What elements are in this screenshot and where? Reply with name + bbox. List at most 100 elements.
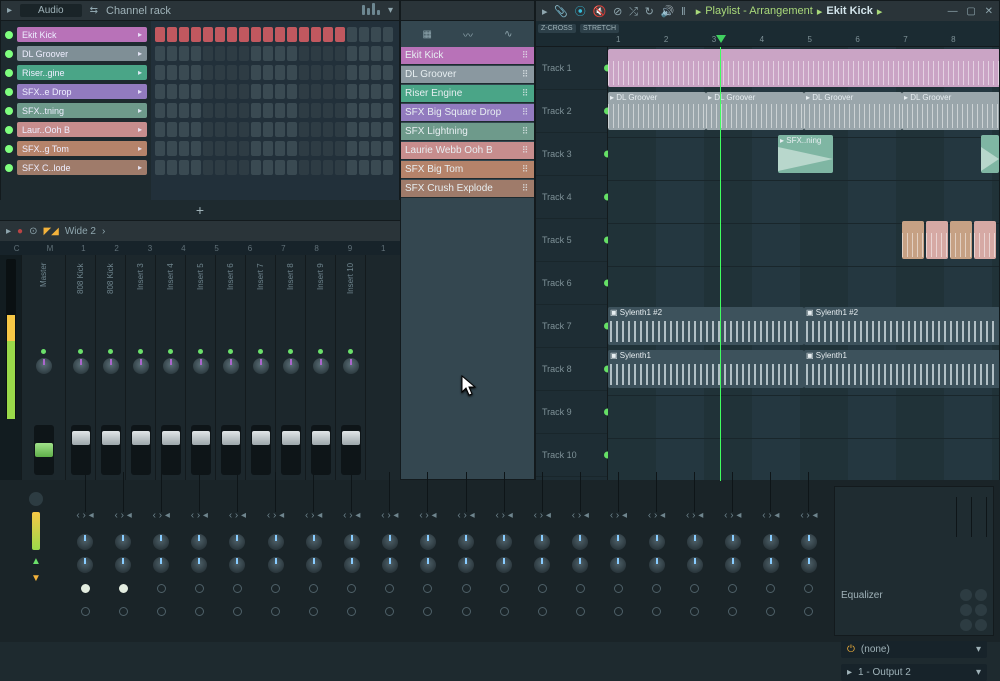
eq-knob[interactable] xyxy=(960,604,972,616)
send-knob[interactable] xyxy=(153,534,169,550)
maximize-icon[interactable]: ▢ xyxy=(966,6,975,17)
pan-knob[interactable] xyxy=(223,358,239,374)
fader-line[interactable] xyxy=(732,472,733,512)
step-cell[interactable] xyxy=(275,122,285,137)
fader-line[interactable] xyxy=(504,472,505,512)
clip[interactable] xyxy=(902,221,924,259)
output-row[interactable]: ▸ 1 - Output 2 ▾ xyxy=(841,664,987,681)
step-cell[interactable] xyxy=(191,103,201,118)
step-cell[interactable] xyxy=(251,122,261,137)
route-switch[interactable] xyxy=(652,607,661,616)
send-knob[interactable] xyxy=(229,557,245,573)
picker-item[interactable]: DL Groover⠿ xyxy=(401,66,534,84)
step-cell[interactable] xyxy=(227,103,237,118)
send-knob[interactable] xyxy=(496,557,512,573)
channel-chip[interactable]: Riser..gine▸ xyxy=(17,65,147,80)
mixer-strip[interactable]: Insert 10 xyxy=(336,255,366,481)
send-knob[interactable] xyxy=(77,557,93,573)
step-cell[interactable] xyxy=(203,46,213,61)
step-cell[interactable] xyxy=(155,27,165,42)
route-switch[interactable] xyxy=(233,584,242,593)
play-icon[interactable]: ▸ xyxy=(542,6,548,18)
mixer-view-label[interactable]: Wide 2 xyxy=(65,226,96,237)
drag-handle-icon[interactable]: ⠿ xyxy=(520,164,530,175)
step-cell[interactable] xyxy=(311,65,321,80)
step-cell[interactable] xyxy=(299,122,309,137)
loop-start-marker[interactable] xyxy=(716,35,726,43)
send-knob[interactable] xyxy=(496,534,512,550)
step-cell[interactable] xyxy=(203,27,213,42)
pause-icon[interactable]: ‖ xyxy=(681,6,686,18)
step-sequencer[interactable] xyxy=(151,21,399,221)
strip-arrows[interactable]: ‹ › ◂ xyxy=(714,510,752,521)
picker-item[interactable]: SFX Crush Explode⠿ xyxy=(401,180,534,198)
send-knob[interactable] xyxy=(649,557,665,573)
step-cell[interactable] xyxy=(335,103,345,118)
step-cell[interactable] xyxy=(215,103,225,118)
step-row[interactable] xyxy=(155,65,395,80)
strip-arrows[interactable]: ‹ › ◂ xyxy=(333,510,371,521)
step-cell[interactable] xyxy=(263,141,273,156)
step-cell[interactable] xyxy=(239,27,249,42)
audio-label[interactable]: Audio xyxy=(20,4,82,17)
clip[interactable] xyxy=(974,221,996,259)
step-cell[interactable] xyxy=(275,141,285,156)
step-cell[interactable] xyxy=(191,27,201,42)
grid-icon[interactable]: ▦ xyxy=(423,29,432,40)
step-cell[interactable] xyxy=(359,141,369,156)
strip-led[interactable] xyxy=(288,349,293,354)
channel-enable-led[interactable] xyxy=(5,164,13,172)
drag-handle-icon[interactable]: ⠿ xyxy=(520,107,530,118)
send-knob[interactable] xyxy=(344,534,360,550)
route-switch[interactable] xyxy=(271,584,280,593)
step-cell[interactable] xyxy=(239,84,249,99)
step-cell[interactable] xyxy=(239,122,249,137)
channel-enable-led[interactable] xyxy=(5,126,13,134)
channel-enable-led[interactable] xyxy=(5,145,13,153)
curve-icon[interactable]: ∿ xyxy=(504,29,512,40)
drag-handle-icon[interactable]: ⠿ xyxy=(520,50,530,61)
volume-fader[interactable] xyxy=(221,425,241,475)
route-switch[interactable] xyxy=(347,607,356,616)
strip-arrows[interactable]: ‹ › ◂ xyxy=(104,510,142,521)
clip[interactable] xyxy=(926,221,948,259)
route-switch[interactable] xyxy=(500,584,509,593)
step-cell[interactable] xyxy=(251,160,261,175)
send-knob[interactable] xyxy=(687,534,703,550)
send-knob[interactable] xyxy=(382,534,398,550)
step-cell[interactable] xyxy=(335,122,345,137)
step-cell[interactable] xyxy=(215,141,225,156)
pan-knob[interactable] xyxy=(36,358,52,374)
route-switch[interactable] xyxy=(309,607,318,616)
pan-knob[interactable] xyxy=(163,358,179,374)
fader-line[interactable] xyxy=(580,472,581,512)
track-name[interactable]: Track 1 xyxy=(536,47,607,90)
send-knob[interactable] xyxy=(344,557,360,573)
pan-knob[interactable] xyxy=(253,358,269,374)
route-switch[interactable] xyxy=(690,607,699,616)
strip-arrows[interactable]: ‹ › ◂ xyxy=(409,510,447,521)
pan-knob[interactable] xyxy=(73,358,89,374)
send-knob[interactable] xyxy=(458,534,474,550)
view-mode-icon[interactable]: ◤◢ xyxy=(43,226,58,237)
volume-fader[interactable] xyxy=(131,425,151,475)
step-cell[interactable] xyxy=(299,27,309,42)
step-cell[interactable] xyxy=(311,141,321,156)
route-switch[interactable] xyxy=(766,607,775,616)
close-icon[interactable]: ✕ xyxy=(985,6,993,17)
fader-line[interactable] xyxy=(770,472,771,512)
step-cell[interactable] xyxy=(323,160,333,175)
step-cell[interactable] xyxy=(155,103,165,118)
step-cell[interactable] xyxy=(179,103,189,118)
send-knob[interactable] xyxy=(610,534,626,550)
mixer-strip[interactable]: 808 Kick xyxy=(66,255,96,481)
send-knob[interactable] xyxy=(115,557,131,573)
stretch-toggle[interactable]: STRETCH xyxy=(580,24,619,33)
clip[interactable]: ▣ Sylenth1 xyxy=(608,350,804,388)
mixer-header[interactable]: ▸ ● ⊙ ◤◢ Wide 2 › xyxy=(0,221,400,241)
brush-icon[interactable]: 〰 xyxy=(463,27,473,42)
sync-icon[interactable]: ↻ xyxy=(645,6,654,18)
send-knob[interactable] xyxy=(191,557,207,573)
track-name[interactable]: Track 4 xyxy=(536,176,607,219)
route-switch[interactable] xyxy=(195,584,204,593)
